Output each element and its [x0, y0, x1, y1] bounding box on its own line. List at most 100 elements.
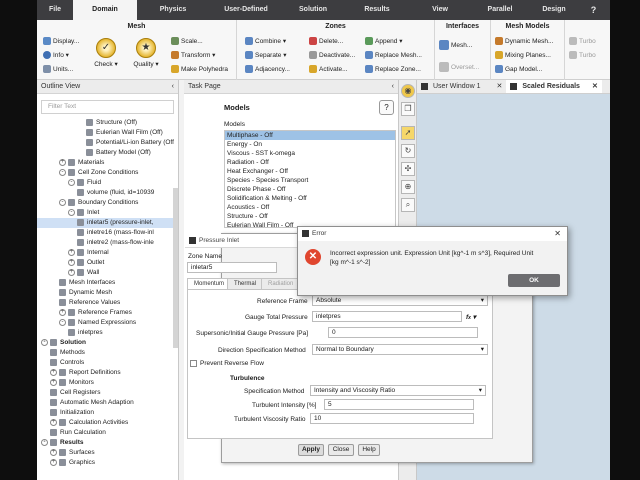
tree-item[interactable]: + Calculation Activities	[37, 418, 178, 428]
replace-zone-button[interactable]: Replace Zone...	[365, 64, 421, 75]
tree-item[interactable]: Initialization	[37, 408, 178, 418]
tab-domain[interactable]: Domain	[73, 0, 137, 20]
help-button[interactable]: Help	[358, 444, 380, 456]
tab-user-window-1[interactable]: User Window 1 ✕	[417, 80, 506, 93]
interfaces-mesh-button[interactable]: Mesh...	[439, 40, 472, 51]
adjacency-button[interactable]: Adjacency...	[245, 64, 290, 75]
expand-icon[interactable]: +	[50, 418, 57, 426]
expand-icon[interactable]: +	[59, 308, 66, 316]
tree-item[interactable]: - Inlet	[37, 208, 178, 218]
tab-solution[interactable]: Solution	[283, 0, 343, 20]
make-polyhedra-button[interactable]: Make Polyhedra	[171, 64, 228, 75]
copy-icon[interactable]: ❐	[401, 102, 415, 116]
collapse-icon[interactable]: ‹	[172, 80, 174, 94]
tree-item[interactable]: Controls	[37, 358, 178, 368]
collapse-icon[interactable]: ‹	[392, 80, 394, 94]
tree-item[interactable]: + Reference Frames	[37, 308, 178, 318]
separate-button[interactable]: Separate ▾	[245, 50, 286, 61]
combine-button[interactable]: Combine ▾	[245, 36, 286, 47]
overset-button[interactable]: Overset...	[439, 62, 479, 73]
tree-item[interactable]: - Solution	[37, 338, 178, 348]
tree-item[interactable]: + Report Definitions	[37, 368, 178, 378]
close-icon[interactable]: ✕	[554, 227, 561, 241]
tree-item[interactable]: + Outlet	[37, 258, 178, 268]
zoom-box-icon[interactable]: ⌕	[401, 198, 415, 212]
tree-item[interactable]: + Materials	[37, 158, 178, 168]
tree-item[interactable]: Potential/Li-ion Battery (Off	[37, 138, 178, 148]
units-button[interactable]: Units...	[43, 64, 73, 75]
tree-item[interactable]: inletre16 (mass-flow-inl	[37, 228, 178, 238]
tree-item[interactable]: Run Calculation	[37, 428, 178, 438]
tab-radiation[interactable]: Radiation	[261, 278, 301, 289]
tree-item[interactable]: inletpres	[37, 328, 178, 338]
fit-view-icon[interactable]: ◉	[401, 84, 415, 98]
help-icon[interactable]: ?	[577, 0, 610, 20]
tree-item[interactable]: - Cell Zone Conditions	[37, 168, 178, 178]
gauge-total-pressure-input[interactable]: inletpres	[312, 311, 462, 322]
tree-item[interactable]: - Named Expressions	[37, 318, 178, 328]
tree-item[interactable]: Battery Model (Off)	[37, 148, 178, 158]
tree-item[interactable]: Mesh Interfaces	[37, 278, 178, 288]
expand-icon[interactable]: +	[59, 158, 66, 166]
quality-button[interactable]: ★ Quality ▾	[129, 38, 163, 68]
tab-user-defined[interactable]: User-Defined	[209, 0, 283, 20]
transform-button[interactable]: Transform ▾	[171, 50, 215, 61]
tab-parallel[interactable]: Parallel	[469, 0, 531, 20]
turbo-button-1[interactable]: Turbo	[569, 36, 596, 47]
error-titlebar[interactable]: Error ✕	[298, 227, 567, 241]
expand-icon[interactable]: +	[50, 368, 57, 376]
tree-item[interactable]: + Monitors	[37, 378, 178, 388]
tab-view[interactable]: View	[411, 0, 469, 20]
zone-name-input[interactable]: inletar5	[187, 262, 277, 273]
turbulent-viscosity-ratio-input[interactable]: 10	[310, 413, 474, 424]
collapse-icon[interactable]: -	[68, 178, 75, 186]
prevent-reverse-flow-checkbox[interactable]	[190, 360, 197, 367]
tree-item[interactable]: + Internal	[37, 248, 178, 258]
expand-icon[interactable]: +	[68, 248, 75, 256]
model-item[interactable]: Radiation - Off	[225, 158, 395, 167]
tab-design[interactable]: Design	[531, 0, 577, 20]
help-icon[interactable]: ?	[379, 100, 394, 115]
expand-icon[interactable]: +	[68, 268, 75, 276]
tree-item[interactable]: inletre2 (mass-flow-inle	[37, 238, 178, 248]
tree-item[interactable]: Dynamic Mesh	[37, 288, 178, 298]
expand-icon[interactable]: +	[50, 378, 57, 386]
collapse-icon[interactable]: -	[59, 198, 66, 206]
close-tab-icon[interactable]: ✕	[592, 83, 598, 90]
tab-scaled-residuals[interactable]: Scaled Residuals ✕	[506, 80, 602, 93]
tree-item[interactable]: Methods	[37, 348, 178, 358]
spec-method-select[interactable]: Intensity and Viscosity Ratio ▾	[310, 385, 486, 396]
model-item[interactable]: Discrete Phase - Off	[225, 185, 395, 194]
model-item[interactable]: Energy - On	[225, 140, 395, 149]
tab-thermal[interactable]: Thermal	[227, 278, 264, 289]
delete-button[interactable]: Delete...	[309, 36, 343, 47]
tree-item[interactable]: - Results	[37, 438, 178, 448]
check-button[interactable]: ✓ Check ▾	[91, 38, 121, 68]
scale-button[interactable]: Scale...	[171, 36, 203, 47]
expand-icon[interactable]: +	[68, 258, 75, 266]
model-item[interactable]: Solidification & Melting - Off	[225, 194, 395, 203]
model-item[interactable]: Multiphase - Off	[225, 131, 395, 140]
model-item[interactable]: Heat Exchanger - Off	[225, 167, 395, 176]
collapse-icon[interactable]: -	[59, 318, 66, 326]
turbulent-intensity-input[interactable]: 5	[324, 399, 474, 410]
append-button[interactable]: Append ▾	[365, 36, 403, 47]
direction-spec-select[interactable]: Normal to Boundary ▾	[312, 344, 488, 355]
tree-item[interactable]: Reference Values	[37, 298, 178, 308]
info-button[interactable]: Info ▾	[43, 50, 69, 61]
collapse-icon[interactable]: -	[41, 438, 48, 446]
models-list[interactable]: Multiphase - Off Energy - On Viscous - SST…	[224, 130, 396, 228]
tree-item[interactable]: Automatic Mesh Adaption	[37, 398, 178, 408]
ok-button[interactable]: OK	[508, 274, 560, 287]
display-button[interactable]: Display...	[43, 36, 79, 47]
tab-results[interactable]: Results	[343, 0, 411, 20]
pointer-icon[interactable]: ➚	[401, 126, 415, 140]
collapse-icon[interactable]: -	[41, 338, 48, 346]
tree-item[interactable]: Cell Registers	[37, 388, 178, 398]
tab-physics[interactable]: Physics	[137, 0, 209, 20]
mixing-planes-button[interactable]: Mixing Planes...	[495, 50, 551, 61]
expand-icon[interactable]: +	[50, 458, 57, 466]
replace-mesh-button[interactable]: Replace Mesh...	[365, 50, 422, 61]
collapse-icon[interactable]: -	[68, 208, 75, 216]
model-item[interactable]: Species - Species Transport	[225, 176, 395, 185]
